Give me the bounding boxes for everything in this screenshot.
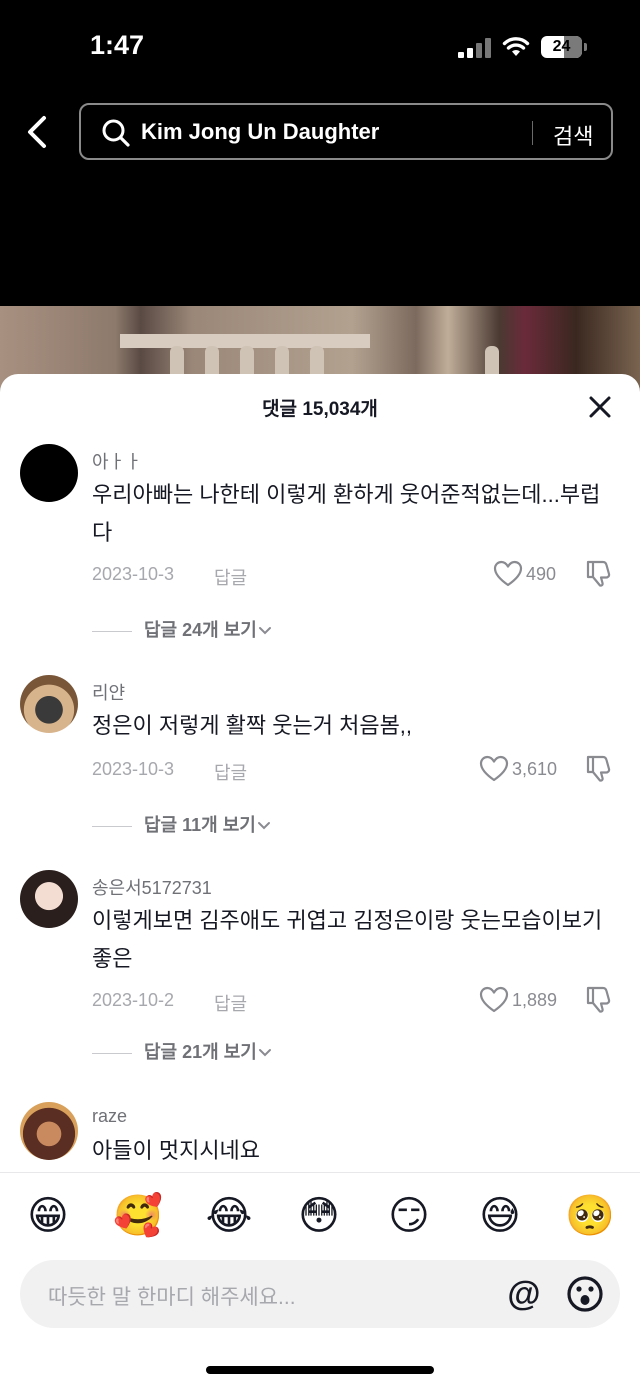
wifi-icon xyxy=(502,37,530,56)
view-replies-button[interactable]: 답글 21개 보기 xyxy=(92,1038,273,1064)
home-indicator[interactable] xyxy=(206,1366,434,1374)
replies-line xyxy=(92,1052,132,1054)
view-replies-button[interactable]: 답글 24개 보기 xyxy=(92,616,273,642)
search-divider xyxy=(532,121,533,145)
heart-icon[interactable] xyxy=(493,560,523,588)
comment-item: 아ㅏㅏ 우리아빠는 나한테 이렇게 환하게 웃어준적없는데...부럽다 2023… xyxy=(0,444,640,644)
emoji-smiling-hearts[interactable]: 🥰 xyxy=(113,1191,163,1241)
reply-button[interactable]: 답글 xyxy=(214,759,247,785)
comment-text: 우리아빠는 나한테 이렇게 환하게 웃어준적없는데...부럽다 xyxy=(92,482,601,545)
like-count: 1,889 xyxy=(512,990,558,1010)
emoji-smirk[interactable]: 😏 xyxy=(384,1191,434,1241)
comment-item: 송은서5172731 이렇게보면 김주애도 귀엽고 김정은이랑 웃는모습이보기좋… xyxy=(0,870,640,1070)
comment-username[interactable]: 아ㅏㅏ xyxy=(92,448,142,474)
search-input[interactable]: Kim Jong Un Daughter xyxy=(141,119,379,145)
emoji-sweat-smile[interactable]: 😅 xyxy=(475,1191,525,1241)
comment-text: 정은이 저렇게 활짝 웃는거 처음봄,, xyxy=(92,713,413,738)
avatar[interactable] xyxy=(20,675,78,733)
status-bar: 1:47 24 xyxy=(0,0,640,96)
emoji-pleading[interactable]: 🥺 xyxy=(565,1191,615,1241)
status-time: 1:47 xyxy=(90,30,145,60)
emoji-grin[interactable]: 😁 xyxy=(23,1191,73,1241)
view-replies-label: 답글 21개 보기 xyxy=(144,1042,257,1062)
emoji-picker-icon[interactable] xyxy=(565,1274,605,1314)
comment-username[interactable]: raze xyxy=(92,1106,127,1127)
thumbs-down-icon[interactable] xyxy=(584,984,614,1014)
comment-date: 2023-10-3 xyxy=(92,759,175,779)
heart-icon[interactable] xyxy=(479,755,509,783)
mention-icon[interactable]: @ xyxy=(504,1274,544,1314)
view-replies-button[interactable]: 답글 11개 보기 xyxy=(92,811,272,837)
comment-username[interactable]: 송은서5172731 xyxy=(92,874,212,900)
comments-count-title: 댓글 15,034개 xyxy=(262,399,378,420)
comment-date: 2023-10-3 xyxy=(92,564,175,584)
comment-date: 2023-10-2 xyxy=(92,990,175,1010)
replies-line xyxy=(92,630,132,632)
emoji-flushed[interactable]: 😳 xyxy=(294,1191,344,1241)
replies-line xyxy=(92,825,132,827)
comment-item: 리얀 정은이 저렇게 활짝 웃는거 처음봄,, 2023-10-3 답글 3,6… xyxy=(0,675,640,845)
back-arrow-icon[interactable] xyxy=(18,112,54,152)
avatar[interactable] xyxy=(20,870,78,928)
like-count: 490 xyxy=(526,564,557,584)
heart-icon[interactable] xyxy=(479,986,509,1014)
view-replies-label: 답글 11개 보기 xyxy=(144,815,256,835)
emoji-tears-of-joy[interactable]: 😂 xyxy=(204,1191,254,1241)
comment-item: raze 아들이 멋지시네요 xyxy=(0,1102,640,1182)
like-count: 3,610 xyxy=(512,759,558,779)
search-bar[interactable]: Kim Jong Un Daughter 검색 xyxy=(79,103,613,160)
comment-input-placeholder: 따듯한 말 한마디 해주세요... xyxy=(48,1286,296,1309)
thumbs-down-icon[interactable] xyxy=(584,753,614,783)
view-replies-label: 답글 24개 보기 xyxy=(144,620,257,640)
chevron-down-icon xyxy=(258,627,271,635)
chevron-down-icon xyxy=(257,822,270,830)
comment-text: 이렇게보면 김주애도 귀엽고 김정은이랑 웃는모습이보기좋은 xyxy=(92,908,603,971)
reply-button[interactable]: 답글 xyxy=(214,990,247,1016)
search-button[interactable]: 검색 xyxy=(553,119,593,151)
search-icon xyxy=(102,119,130,147)
avatar[interactable] xyxy=(20,444,78,502)
chevron-down-icon xyxy=(258,1049,271,1057)
comment-input[interactable]: 따듯한 말 한마디 해주세요... @ xyxy=(20,1260,620,1328)
battery-icon: 24 xyxy=(541,36,587,58)
reply-button[interactable]: 답글 xyxy=(214,564,247,590)
signal-icon xyxy=(458,38,492,58)
emoji-quick-bar: 😁 🥰 😂 😳 😏 😅 🥺 xyxy=(0,1172,640,1260)
battery-level: 24 xyxy=(552,38,571,55)
thumbs-down-icon[interactable] xyxy=(584,558,614,588)
avatar[interactable] xyxy=(20,1102,78,1160)
comment-username[interactable]: 리얀 xyxy=(92,679,125,705)
close-icon[interactable] xyxy=(587,394,613,420)
comment-text: 아들이 멋지시네요 xyxy=(92,1138,261,1163)
